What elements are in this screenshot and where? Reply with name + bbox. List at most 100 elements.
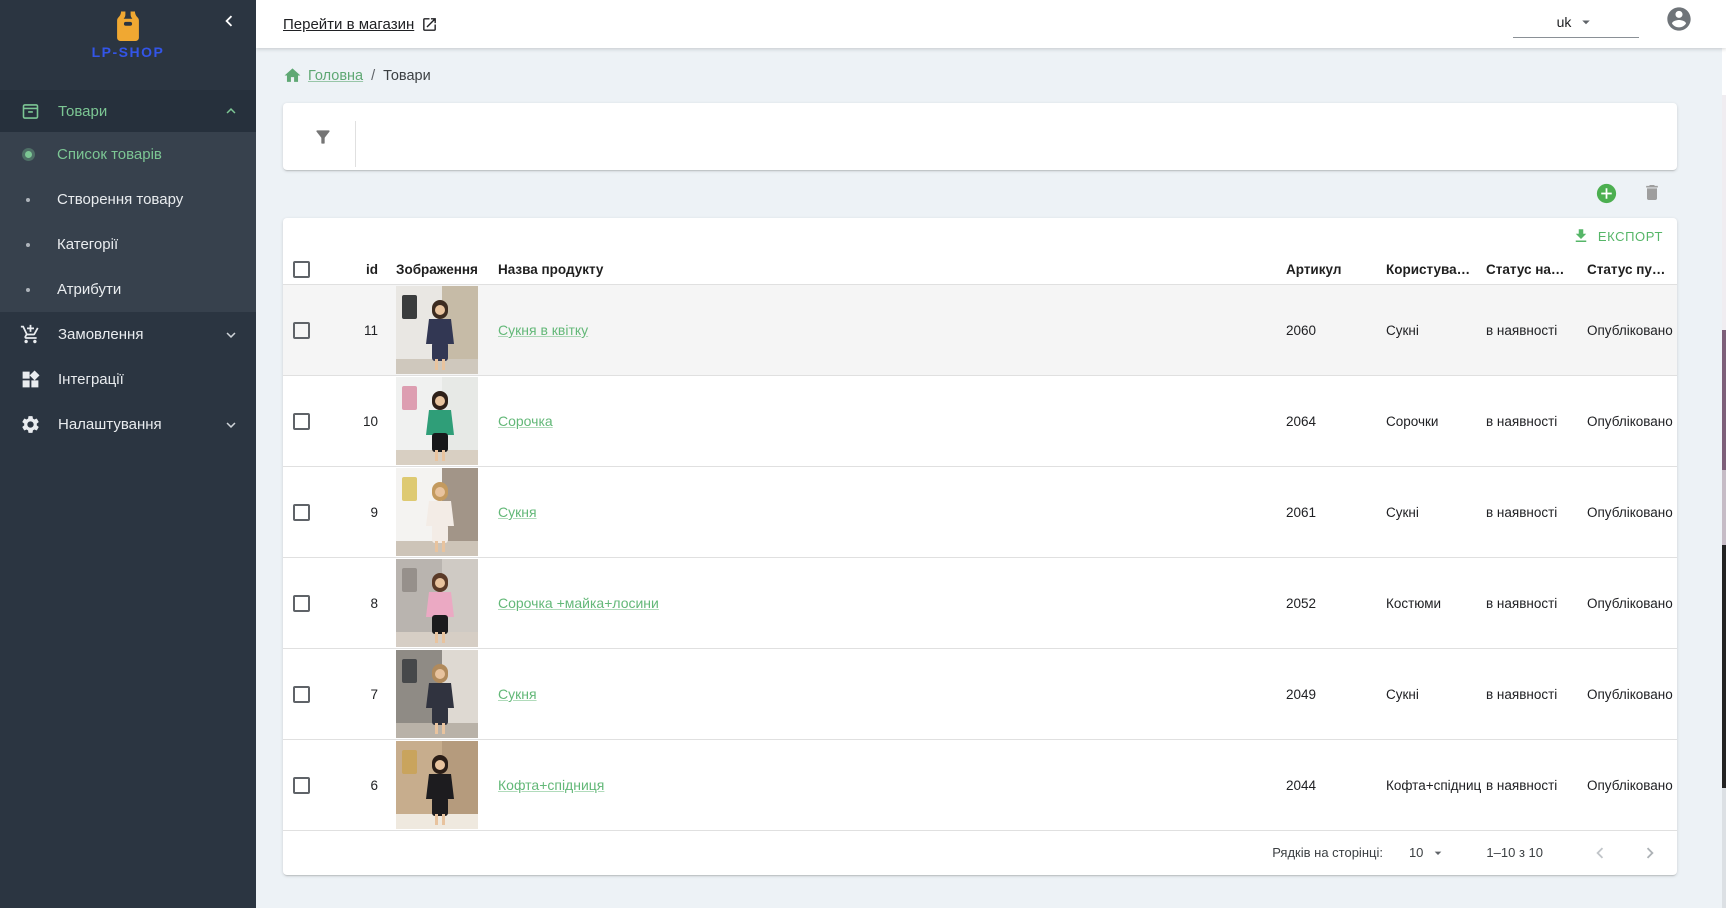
cell-stock-status: в наявності: [1486, 740, 1557, 830]
cell-user: Сукні: [1386, 467, 1483, 557]
sidebar-nav: Товари Список товарів Створення товару К…: [0, 90, 256, 447]
pagination-range: 1–10 з 10: [1486, 845, 1543, 860]
products-box-icon: [20, 101, 41, 122]
chevron-up-icon: [222, 102, 240, 120]
submenu-item-label: Категорії: [57, 236, 118, 253]
breadcrumb-separator: /: [371, 68, 375, 84]
row-checkbox[interactable]: [293, 322, 310, 339]
table-toolbar: ЕКСПОРТ: [283, 218, 1677, 254]
add-cart-icon: [20, 324, 41, 345]
delete-selected-button[interactable]: [1642, 182, 1662, 203]
cell-sku: 2044: [1286, 740, 1316, 830]
export-button[interactable]: ЕКСПОРТ: [1572, 227, 1663, 245]
row-checkbox[interactable]: [293, 686, 310, 703]
cell-user: Сукні: [1386, 649, 1483, 739]
cell-publish-status: Опубліковано: [1587, 467, 1673, 557]
export-label: ЕКСПОРТ: [1598, 229, 1663, 244]
cell-stock-status: в наявності: [1486, 285, 1557, 375]
arrow-drop-down-icon: [1577, 13, 1595, 31]
sidebar-item-settings[interactable]: Налаштування: [0, 402, 256, 447]
account-circle-icon: [1665, 5, 1693, 33]
row-checkbox[interactable]: [293, 595, 310, 612]
home-icon: [283, 66, 302, 85]
cell-sku: 2061: [1286, 467, 1316, 557]
breadcrumb-home-label: Головна: [308, 68, 363, 84]
row-checkbox[interactable]: [293, 413, 310, 430]
cell-publish-status: Опубліковано: [1587, 285, 1673, 375]
product-name-link[interactable]: Сукня в квітку: [498, 322, 588, 338]
product-thumbnail[interactable]: [396, 559, 478, 647]
select-all-checkbox[interactable]: [293, 261, 310, 278]
cell-stock-status: в наявності: [1486, 376, 1557, 466]
sidebar-item-product-list[interactable]: Список товарів: [0, 132, 256, 177]
language-select[interactable]: uk: [1513, 6, 1639, 38]
cell-publish-status: Опубліковано: [1587, 376, 1673, 466]
rows-per-page-select[interactable]: 10: [1409, 845, 1446, 861]
chevron-down-icon: [222, 326, 240, 344]
cell-user: Сорочки: [1386, 376, 1483, 466]
sidebar-item-product-create[interactable]: Створення товару: [0, 177, 256, 222]
product-name-link[interactable]: Сукня: [498, 504, 537, 520]
sidebar-item-attributes[interactable]: Атрибути: [0, 267, 256, 312]
row-checkbox[interactable]: [293, 777, 310, 794]
sidebar-item-label: Товари: [58, 103, 222, 120]
product-thumbnail[interactable]: [396, 468, 478, 556]
filter-panel: [283, 103, 1677, 170]
previous-page-button[interactable]: [1589, 842, 1611, 864]
cell-user: Кофта+спідниц: [1386, 740, 1483, 830]
sidebar-item-orders[interactable]: Замовлення: [0, 312, 256, 357]
sidebar-item-integrations[interactable]: Інтеграції: [0, 357, 256, 402]
table-row: 7 Сукня 2049 Сукні в наявності Опубліков…: [283, 649, 1677, 740]
products-submenu: Список товарів Створення товару Категорі…: [0, 132, 256, 312]
column-header-name: Назва продукту: [498, 254, 603, 284]
account-menu-button[interactable]: [1665, 5, 1693, 33]
next-page-button[interactable]: [1639, 842, 1661, 864]
cell-sku: 2064: [1286, 376, 1316, 466]
product-thumbnail[interactable]: [396, 741, 478, 829]
column-header-image: Зображення: [396, 254, 478, 284]
logo-text: LP-SHOP: [92, 44, 165, 60]
download-icon: [1572, 227, 1590, 245]
cell-sku: 2052: [1286, 558, 1316, 648]
cell-id: 6: [318, 740, 378, 830]
chevron-left-icon: [218, 10, 240, 32]
product-name-link[interactable]: Сорочка: [498, 413, 553, 429]
breadcrumb-home-link[interactable]: Головна: [283, 66, 363, 85]
bullet-icon: [22, 284, 34, 296]
sidebar-item-label: Налаштування: [58, 416, 222, 433]
add-product-button[interactable]: [1596, 183, 1617, 204]
sidebar-collapse-button[interactable]: [214, 6, 244, 36]
filter-icon[interactable]: [313, 127, 333, 147]
sidebar-item-label: Замовлення: [58, 326, 222, 343]
product-name-link[interactable]: Сорочка +майка+лосини: [498, 595, 659, 611]
row-checkbox[interactable]: [293, 504, 310, 521]
language-value: uk: [1557, 14, 1572, 30]
cell-id: 10: [318, 376, 378, 466]
sidebar-item-categories[interactable]: Категорії: [0, 222, 256, 267]
products-table-card: ЕКСПОРТ id Зображення Назва продукту Арт…: [283, 218, 1677, 875]
product-name-link[interactable]: Сукня: [498, 686, 537, 702]
product-thumbnail[interactable]: [396, 286, 478, 374]
cell-id: 8: [318, 558, 378, 648]
product-name-link[interactable]: Кофта+спідниця: [498, 777, 604, 793]
table-row: 8 Сорочка +майка+лосини 2052 Костюми в н…: [283, 558, 1677, 649]
product-thumbnail[interactable]: [396, 650, 478, 738]
cell-publish-status: Опубліковано: [1587, 740, 1673, 830]
submenu-item-label: Список товарів: [57, 146, 162, 163]
table-pagination: Рядків на сторінці: 10 1–10 з 10: [283, 831, 1677, 874]
column-header-publish-status: Статус пу…: [1587, 254, 1665, 284]
go-to-store-link[interactable]: Перейти в магазин: [283, 16, 438, 33]
table-row: 11 Сукня в квітку 2060 Сукні в наявності…: [283, 285, 1677, 376]
filter-divider: [355, 121, 356, 167]
submenu-item-label: Атрибути: [57, 281, 121, 298]
integrations-icon: [20, 369, 41, 390]
cell-stock-status: в наявності: [1486, 649, 1557, 739]
product-thumbnail[interactable]: [396, 377, 478, 465]
table-row: 6 Кофта+спідниця 2044 Кофта+спідниц в на…: [283, 740, 1677, 831]
cell-id: 7: [318, 649, 378, 739]
arrow-drop-down-icon: [1430, 845, 1446, 861]
sidebar-item-products[interactable]: Товари: [0, 90, 256, 132]
shop-bag-icon: [110, 10, 146, 42]
external-link-icon: [421, 16, 438, 33]
screen-edge-artifact: [1722, 0, 1726, 908]
